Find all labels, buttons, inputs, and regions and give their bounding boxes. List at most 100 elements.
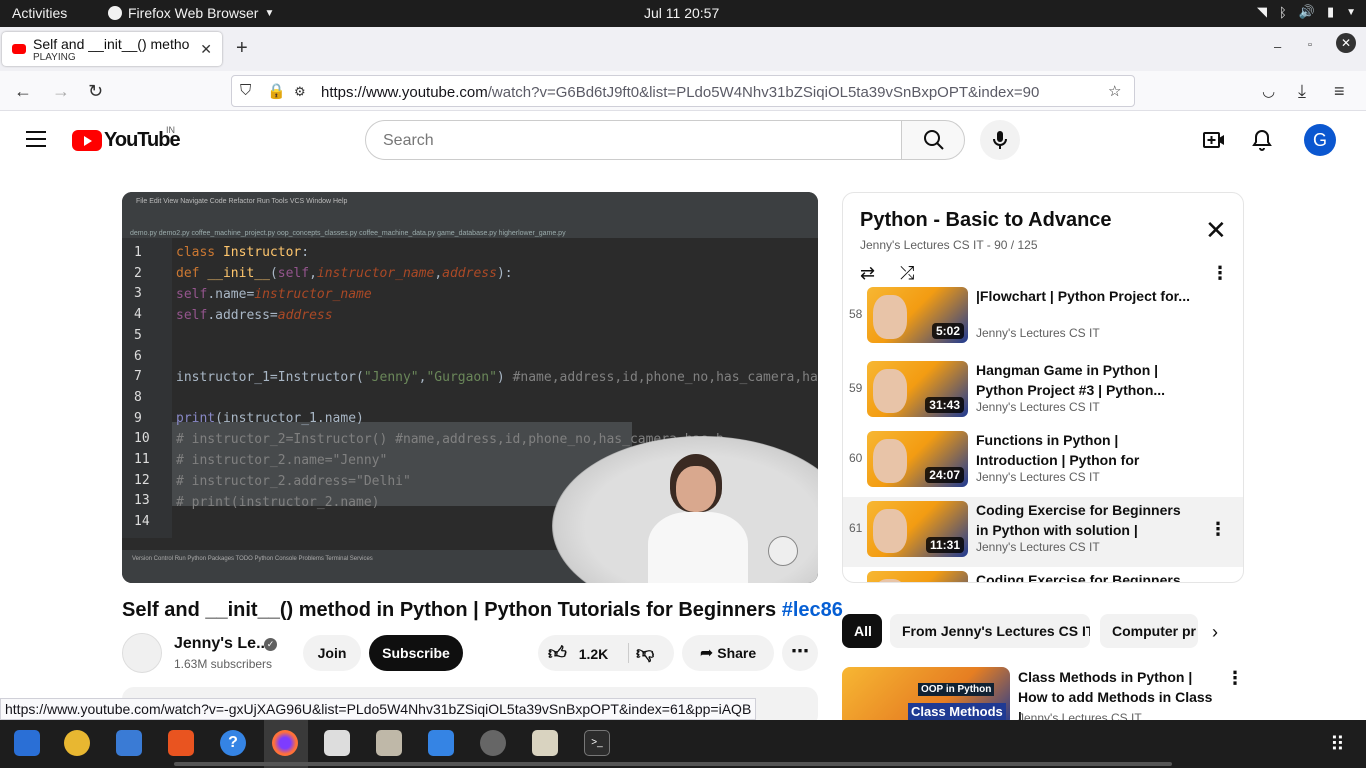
playlist-title[interactable]: Python - Basic to Advance (860, 209, 1112, 232)
search-input[interactable]: Search (365, 120, 902, 160)
thumbnail-text: Class Methods (908, 703, 1006, 720)
back-arrow-icon[interactable]: ← (14, 81, 32, 102)
youtube-header: YouTube IN Search G (0, 111, 1366, 169)
chevron-right-icon[interactable]: › (1212, 622, 1218, 643)
recommended-thumbnail[interactable]: OOP in Python Class Methods (842, 667, 1010, 727)
firefox-icon[interactable] (272, 730, 298, 756)
playlist-more-icon[interactable]: ⋮ (1211, 263, 1229, 284)
shuffle-icon[interactable]: ⤮ (900, 263, 914, 284)
archive-icon[interactable] (532, 730, 558, 756)
playlist-item-thumbnail[interactable]: 5:02 (867, 287, 968, 343)
thumbnail-text: OOP in Python (918, 683, 995, 696)
guide-menu-icon[interactable] (26, 131, 46, 147)
terminal-icon[interactable]: >_ (584, 730, 610, 756)
item-more-icon[interactable]: ⋮ (1209, 519, 1227, 540)
close-window-button[interactable]: ✕ (1336, 33, 1356, 53)
filter-chip[interactable]: From Jenny's Lectures CS IT (890, 614, 1090, 648)
join-button[interactable]: Join (303, 635, 361, 671)
forward-arrow-icon[interactable]: → (52, 81, 70, 102)
app-menu[interactable]: Firefox Web Browser ▼ (108, 5, 274, 21)
line-number: 14 (134, 514, 150, 530)
close-tab-icon[interactable]: ✕ (200, 41, 212, 58)
playlist-item[interactable]: 59 31:43 Hangman Game in Python | Python P… (843, 357, 1243, 427)
code-line: # print(instructor_2.name) (176, 495, 380, 510)
hashtag-link[interactable]: #lec86 (782, 599, 843, 621)
subscriber-count: 1.63M subscribers (174, 657, 273, 671)
rhythmbox-icon[interactable] (64, 730, 90, 756)
ide-toolbar: File Edit View Navigate Code Refactor Ru… (122, 192, 818, 238)
thumbs-down-icon[interactable]: 👎︎ (636, 635, 654, 671)
verified-check-icon: ✓ (264, 638, 277, 651)
playlist-item-thumbnail[interactable]: 31:43 (867, 361, 968, 417)
help-icon[interactable]: ? (220, 730, 246, 756)
dock-scrollbar[interactable] (174, 762, 1172, 766)
reload-icon[interactable]: ↻ (88, 81, 103, 102)
channel-name[interactable]: Jenny's Le... (174, 635, 269, 653)
line-number: 13 (134, 493, 150, 509)
permissions-icon[interactable]: ⚙ (294, 84, 306, 100)
system-tray[interactable]: ◥ ᛒ 🔊 ▮ ▼ (1257, 4, 1356, 20)
bookmark-star-icon[interactable]: ☆ (1108, 82, 1121, 100)
playlist-item-thumbnail[interactable] (867, 571, 968, 582)
subscribe-button[interactable]: Subscribe (369, 635, 463, 671)
recommended-more-icon[interactable]: ⋮ (1226, 668, 1244, 689)
notifications-bell-icon[interactable] (1250, 128, 1274, 152)
playlist-item-thumbnail[interactable]: 11:31 (867, 501, 968, 557)
url-text[interactable]: https://www.youtube.com/watch?v=G6Bd6tJ9… (321, 84, 1039, 101)
system-top-bar: Activities Firefox Web Browser ▼ Jul 11 … (0, 0, 1366, 27)
text-editor-icon[interactable] (14, 730, 40, 756)
like-button[interactable]: 👍︎ 1.2K (548, 635, 628, 672)
thunderbird-icon[interactable] (116, 730, 142, 756)
playlist-item-channel: Jenny's Lectures CS IT (976, 400, 1100, 414)
filter-chip[interactable]: All (842, 614, 882, 648)
thumbs-up-icon: 👍︎ (548, 643, 567, 663)
line-number: 9 (134, 410, 142, 426)
more-actions-icon[interactable]: ⋯ (782, 635, 818, 671)
minimize-button[interactable]: – (1274, 39, 1281, 54)
share-label: Share (717, 645, 757, 661)
playlist-item[interactable]: 62Coding Exercise for Beginners in Pytho… (843, 567, 1243, 582)
voice-search-button[interactable] (980, 120, 1020, 160)
bluetooth-icon: ᛒ (1278, 4, 1287, 20)
create-video-icon[interactable] (1202, 128, 1226, 152)
new-tab-button[interactable]: + (236, 37, 248, 60)
close-icon[interactable]: ✕ (1205, 217, 1227, 243)
like-dislike-group: 👍︎ 1.2K 👎︎ (538, 635, 674, 671)
video-player[interactable]: File Edit View Navigate Code Refactor Ru… (122, 192, 818, 583)
channel-watermark-icon[interactable] (768, 536, 798, 566)
loop-icon[interactable]: ⇄ (860, 263, 875, 284)
filter-chip[interactable]: Computer pr (1100, 614, 1198, 648)
playlist-item[interactable]: 58 5:02 |Flowchart | Python Project for...… (843, 283, 1243, 353)
shield-icon[interactable]: ⛉ (240, 82, 251, 99)
playlist-item-index: 59 (849, 381, 863, 395)
software-center-icon[interactable] (168, 730, 194, 756)
clock[interactable]: Jul 11 20:57 (644, 5, 719, 21)
settings-icon[interactable] (480, 730, 506, 756)
url-bar[interactable]: ⛉ 🔒 ⚙ https://www.youtube.com/watch?v=G6… (231, 75, 1135, 107)
search-icon (924, 130, 944, 150)
playlist-item[interactable]: 61 11:31 Coding Exercise for Beginners in … (843, 497, 1243, 567)
search-button[interactable] (901, 120, 965, 160)
code-line: class Instructor: (176, 245, 310, 260)
playlist-item-thumbnail[interactable]: 24:07 (867, 431, 968, 487)
maximize-button[interactable]: ▫ (1308, 39, 1312, 51)
channel-avatar[interactable] (122, 633, 162, 673)
line-number: 8 (134, 389, 142, 405)
playlist-item[interactable]: 60 24:07 Functions in Python | Introductio… (843, 427, 1243, 497)
playlist-item-channel: Jenny's Lectures CS IT (976, 540, 1100, 554)
link-status-bar: https://www.youtube.com/watch?v=-gxUjXAG… (0, 698, 757, 720)
lock-icon[interactable]: 🔒 (267, 82, 286, 100)
share-button[interactable]: ➦ Share (682, 635, 774, 671)
tab-youtube[interactable]: Self and __init__() metho PLAYING ✕ (2, 32, 222, 66)
download-icon[interactable]: ⤓ (1298, 81, 1306, 102)
screenshot-icon[interactable] (324, 730, 350, 756)
notes-icon[interactable] (428, 730, 454, 756)
activities-button[interactable]: Activities (12, 5, 67, 21)
youtube-logo[interactable]: YouTube IN (72, 125, 181, 152)
show-apps-icon[interactable]: ⠿ (1330, 732, 1345, 757)
account-avatar[interactable]: G (1304, 124, 1336, 156)
pocket-icon[interactable]: ◡ (1262, 82, 1275, 100)
files-icon[interactable] (376, 730, 402, 756)
menu-icon[interactable]: ≡ (1334, 81, 1345, 102)
duration-badge: 24:07 (925, 467, 964, 483)
